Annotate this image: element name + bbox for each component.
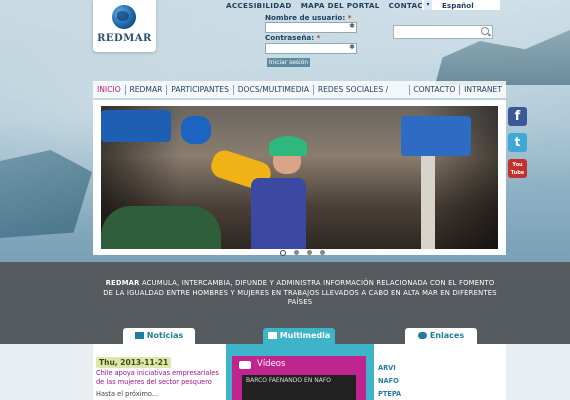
password-label: Contraseña: *: [265, 33, 321, 42]
youtube-icon[interactable]: You Tube: [508, 159, 527, 178]
tagline: REDMAR ACUMULA, INTERCAMBIA, DIFUNDE Y A…: [103, 279, 497, 306]
nav-item-contacto[interactable]: CONTACTO: [409, 81, 459, 98]
slider-dot-4[interactable]: [320, 250, 325, 255]
videos-title: Vídeos: [257, 359, 286, 369]
tab-enlaces[interactable]: Enlaces: [405, 328, 477, 344]
asterisk-icon: ✱: [349, 22, 355, 30]
username-label: Nombre de usuario: *: [265, 13, 352, 22]
slider-dot-3[interactable]: [307, 250, 312, 255]
tab-multimedia[interactable]: Multimedia: [263, 328, 335, 344]
chevron-down-icon: ▾: [424, 0, 432, 10]
globe-icon: [112, 5, 136, 29]
footer-edge: [506, 344, 570, 400]
language-value: Español: [442, 1, 474, 10]
nav-link-mapa-portal[interactable]: MAPA DEL PORTAL: [301, 1, 380, 11]
nav-item-redmar[interactable]: REDMAR ▾: [125, 81, 166, 111]
photo-shape: [401, 116, 471, 156]
video-camera-icon: [239, 361, 251, 369]
logo-text: REDMAR: [97, 33, 152, 44]
news-snippet: Hasta el próximo...: [96, 390, 159, 398]
search-input[interactable]: [393, 25, 493, 39]
slider-pagination: [280, 250, 325, 256]
media-icon: [267, 332, 277, 339]
news-headline-link[interactable]: Chile apoya iniciativas empresariales de…: [96, 369, 226, 386]
photo-shape: [269, 136, 307, 156]
video-player[interactable]: BARCO FAENANDO EN NAFO: [242, 375, 356, 400]
main-nav: INICIO REDMAR ▾ PARTICIPANTES DOCS/MULTI…: [93, 81, 506, 111]
asterisk-icon: ✱: [349, 43, 355, 51]
link-arvi[interactable]: ARVI: [378, 364, 396, 372]
link-ptepa[interactable]: PTEPA: [378, 390, 401, 398]
photo-shape: [421, 156, 435, 249]
nav-item-participantes[interactable]: PARTICIPANTES: [167, 81, 233, 98]
photo-shape: [181, 116, 211, 144]
news-date: Thu, 2013-11-21: [96, 357, 172, 368]
slider-dot-1[interactable]: [280, 250, 286, 256]
nav-item-docs-multimedia[interactable]: DOCS/MULTIMEDIA: [234, 81, 313, 98]
username-input[interactable]: ✱: [265, 22, 357, 33]
link-nafo[interactable]: NAFO: [378, 377, 399, 385]
login-button[interactable]: Iniciar sesión: [267, 58, 310, 67]
slider-photo[interactable]: [101, 106, 498, 249]
slider-dot-2[interactable]: [294, 250, 299, 255]
video-caption: BARCO FAENANDO EN NAFO: [246, 377, 331, 384]
nav-item-inicio[interactable]: INICIO: [93, 81, 125, 98]
nav-item-intranet[interactable]: INTRANET: [460, 81, 506, 98]
newspaper-icon: [134, 332, 144, 339]
nav-item-redes-sociales[interactable]: REDES SOCIALES / EVENTOS: [314, 81, 409, 111]
password-input[interactable]: ✱: [265, 43, 357, 54]
photo-shape: [251, 178, 306, 249]
nav-link-accesibilidad[interactable]: ACCESIBILIDAD: [226, 1, 292, 11]
language-select[interactable]: ▾ Español: [422, 0, 500, 10]
utility-nav: ACCESIBILIDAD MAPA DEL PORTAL CONTACTA: [226, 1, 434, 11]
photo-shape: [101, 110, 171, 142]
twitter-icon[interactable]: t: [508, 133, 527, 152]
footer-edge: [0, 344, 93, 400]
facebook-icon[interactable]: f: [508, 107, 527, 126]
site-logo[interactable]: REDMAR: [93, 0, 156, 52]
tab-noticias[interactable]: Noticias: [123, 328, 195, 344]
link-icon: [417, 332, 427, 339]
search-icon[interactable]: [481, 27, 489, 35]
photo-shape: [101, 206, 221, 249]
